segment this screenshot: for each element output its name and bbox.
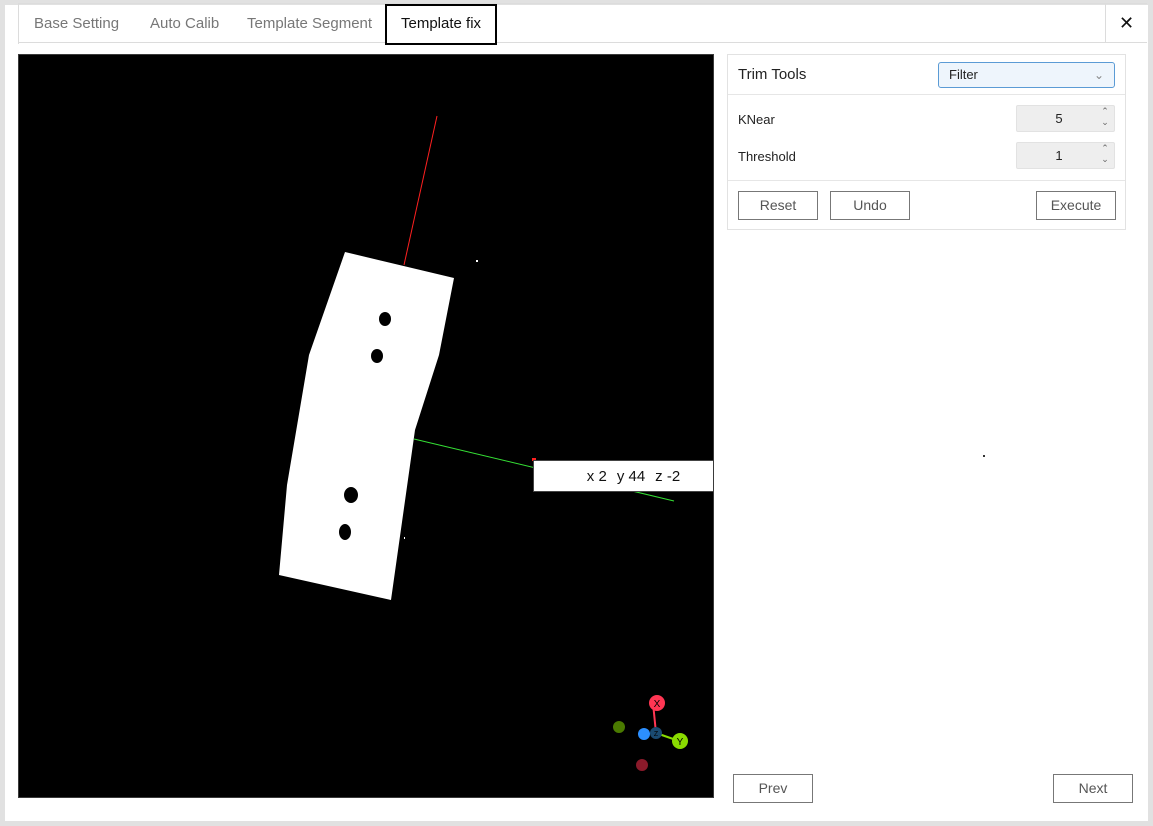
cloud-hole bbox=[379, 312, 391, 326]
chevron-down-icon: ⌄ bbox=[1093, 68, 1104, 82]
stray-dot bbox=[983, 455, 985, 457]
gizmo-z[interactable] bbox=[638, 728, 650, 740]
threshold-label: Threshold bbox=[738, 149, 796, 164]
threshold-arrows[interactable]: ⌃ ⌄ bbox=[1098, 143, 1112, 168]
tab-auto-calib[interactable]: Auto Calib bbox=[136, 4, 233, 43]
stray-point bbox=[335, 343, 336, 344]
chevron-up-icon[interactable]: ⌃ bbox=[1101, 106, 1109, 116]
close-icon: ✕ bbox=[1118, 13, 1135, 33]
coord-y: y 44 bbox=[616, 467, 646, 485]
close-button[interactable]: ✕ bbox=[1105, 4, 1147, 43]
point-cloud-viewport[interactable]: X Y Z x 2 y 44 z -2 bbox=[18, 54, 714, 798]
tab-base-setting[interactable]: Base Setting bbox=[20, 4, 133, 43]
gizmo-z-label: Z bbox=[654, 731, 659, 738]
tab-bar-edge bbox=[18, 4, 19, 44]
coord-x: x 2 bbox=[586, 467, 607, 485]
prev-button[interactable]: Prev bbox=[733, 774, 813, 803]
tab-template-segment[interactable]: Template Segment bbox=[233, 4, 386, 43]
template-point-cloud bbox=[279, 252, 454, 600]
reset-button[interactable]: Reset bbox=[738, 191, 818, 220]
next-button[interactable]: Next bbox=[1053, 774, 1133, 803]
threshold-stepper[interactable]: 1 ⌃ ⌄ bbox=[1016, 142, 1115, 169]
threshold-value[interactable]: 1 bbox=[1017, 143, 1101, 168]
chevron-down-icon[interactable]: ⌄ bbox=[1101, 117, 1109, 127]
gizmo-neg-x[interactable] bbox=[636, 759, 648, 771]
trim-tools-header: Trim Tools Filter ⌄ bbox=[728, 55, 1125, 95]
undo-button[interactable]: Undo bbox=[830, 191, 910, 220]
cloud-hole bbox=[344, 487, 358, 503]
gizmo-x-label: X bbox=[654, 699, 661, 710]
knear-arrows[interactable]: ⌃ ⌄ bbox=[1098, 106, 1112, 131]
knear-label: KNear bbox=[738, 112, 775, 127]
orientation-gizmo[interactable]: X Y Z bbox=[613, 695, 688, 771]
gizmo-neg-y[interactable] bbox=[613, 721, 625, 733]
trim-tools-title: Trim Tools bbox=[738, 66, 807, 83]
threshold-row: Threshold 1 ⌃ ⌄ bbox=[728, 142, 1125, 172]
chevron-down-icon[interactable]: ⌄ bbox=[1101, 154, 1109, 164]
axis-line-x bbox=[403, 115, 438, 266]
knear-stepper[interactable]: 5 ⌃ ⌄ bbox=[1016, 105, 1115, 132]
stray-point bbox=[404, 537, 405, 539]
trim-mode-value: Filter bbox=[949, 67, 978, 82]
tab-template-fix[interactable]: Template fix bbox=[385, 4, 498, 45]
gizmo-y-label: Y bbox=[677, 737, 684, 748]
point-cloud-canvas: X Y Z bbox=[279, 115, 688, 771]
stray-point bbox=[476, 260, 478, 262]
coord-z: z -2 bbox=[655, 467, 681, 485]
knear-value[interactable]: 5 bbox=[1017, 106, 1101, 131]
chevron-up-icon[interactable]: ⌃ bbox=[1101, 143, 1109, 153]
panel-divider bbox=[728, 180, 1125, 181]
knear-row: KNear 5 ⌃ ⌄ bbox=[728, 105, 1125, 135]
trim-tools-panel: Trim Tools Filter ⌄ KNear 5 ⌃ ⌄ Threshol… bbox=[727, 54, 1126, 230]
tab-bar: Base Setting Auto Calib Template Segment… bbox=[18, 3, 1147, 45]
execute-button[interactable]: Execute bbox=[1036, 191, 1116, 220]
coordinate-tooltip: x 2 y 44 z -2 bbox=[533, 460, 713, 492]
cloud-hole bbox=[339, 524, 351, 540]
trim-mode-select[interactable]: Filter ⌄ bbox=[938, 62, 1115, 88]
cloud-hole bbox=[371, 349, 383, 363]
